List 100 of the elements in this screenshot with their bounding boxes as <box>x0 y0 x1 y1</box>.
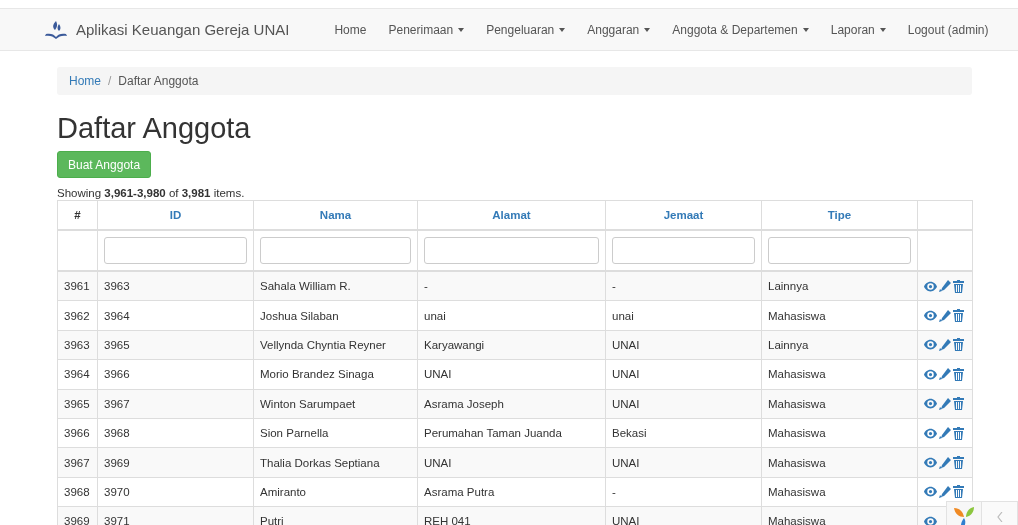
table-cell: Sion Parnella <box>260 427 329 440</box>
filter-field[interactable] <box>768 237 911 264</box>
sort-link[interactable]: ID <box>169 209 182 221</box>
nav-dropdown[interactable]: Penerimaan <box>377 9 476 50</box>
table-cell: Mahasiswa <box>768 309 826 322</box>
table-cell: 3968 <box>64 485 90 498</box>
table-cell: - <box>424 280 428 293</box>
table-cell: 3964 <box>104 309 130 322</box>
table-cell: Mahasiswa <box>768 456 826 469</box>
view-icon[interactable] <box>924 457 937 469</box>
table-cell: 3965 <box>64 397 90 410</box>
view-icon[interactable] <box>924 486 937 498</box>
table-cell: UNAI <box>612 397 640 410</box>
sort-link[interactable]: Nama <box>319 209 352 221</box>
table-cell: Lainnya <box>768 280 809 293</box>
table-cell: UNAI <box>424 368 452 381</box>
breadcrumb-link[interactable]: Home <box>69 74 101 88</box>
filter-field[interactable] <box>104 237 247 264</box>
pencil-icon[interactable] <box>939 485 951 498</box>
trash-icon[interactable] <box>953 397 964 411</box>
table-cell: unai <box>424 309 446 322</box>
table-cell: 3968 <box>104 427 130 440</box>
nav-dropdown[interactable]: Anggaran <box>576 9 662 50</box>
nav-link[interactable]: Logout (admin) <box>896 9 1000 50</box>
table-cell: 3969 <box>64 515 90 525</box>
table-cell: UNAI <box>612 338 640 351</box>
view-icon[interactable] <box>924 339 937 351</box>
trash-icon[interactable] <box>953 426 964 440</box>
trash-icon[interactable] <box>953 367 964 381</box>
table-cell: 3965 <box>104 338 130 351</box>
brand-name: Aplikasi Keuangan Gereja UNAI <box>76 21 290 38</box>
table-cell: 3966 <box>104 368 130 381</box>
table-cell: Mahasiswa <box>768 427 826 440</box>
table-cell: - <box>612 280 616 293</box>
pencil-icon[interactable] <box>939 368 951 381</box>
brand-link[interactable]: Aplikasi Keuangan Gereja UNAI <box>44 19 290 40</box>
table-cell: Putri <box>260 515 284 525</box>
trash-icon[interactable] <box>953 485 964 499</box>
trash-icon[interactable] <box>953 309 964 323</box>
table-cell: UNAI <box>612 368 640 381</box>
table-cell: Vellynda Chyntia Reyner <box>260 338 386 351</box>
table-cell: 3963 <box>64 338 90 351</box>
table-cell: Sahala William R. <box>260 280 351 293</box>
table-cell: Mahasiswa <box>768 368 826 381</box>
table-cell: 3967 <box>64 456 90 469</box>
table-cell: Amiranto <box>260 485 307 498</box>
table-cell: UNAI <box>424 456 452 469</box>
table-cell: Joshua Silaban <box>260 309 339 322</box>
nav-dropdown[interactable]: Laporan <box>819 9 897 50</box>
filter-field[interactable] <box>424 237 599 264</box>
table-cell: Mahasiswa <box>768 515 826 525</box>
table-cell: 3970 <box>104 485 130 498</box>
trash-icon[interactable] <box>953 338 964 352</box>
table-cell: Mahasiswa <box>768 485 826 498</box>
table-cell: Bekasi <box>612 427 647 440</box>
table-cell: REH 041 <box>424 515 471 525</box>
church-logo-icon <box>44 19 68 40</box>
table-cell: Asrama Joseph <box>424 397 504 410</box>
view-icon[interactable] <box>924 515 937 525</box>
pencil-icon[interactable] <box>939 309 951 322</box>
page-title: Daftar Anggota <box>57 111 252 145</box>
table-cell: 3966 <box>64 427 90 440</box>
view-icon[interactable] <box>924 368 937 380</box>
nav-link[interactable]: Home <box>323 9 378 50</box>
sort-link[interactable]: Tipe <box>827 209 852 221</box>
table-cell: Mahasiswa <box>768 397 826 410</box>
pencil-icon[interactable] <box>939 338 951 351</box>
pencil-icon[interactable] <box>939 397 951 410</box>
view-icon[interactable] <box>924 398 937 410</box>
table-cell: 3969 <box>104 456 130 469</box>
pencil-icon[interactable] <box>939 456 951 469</box>
nav-dropdown[interactable]: Anggota & Departemen <box>661 9 820 50</box>
table-cell: 3971 <box>104 515 130 525</box>
table-cell: Asrama Putra <box>424 485 495 498</box>
chevron-left-icon <box>996 512 1003 522</box>
trash-icon[interactable] <box>953 279 964 293</box>
breadcrumb-current: Daftar Anggota <box>118 74 199 88</box>
trash-icon[interactable] <box>953 456 964 470</box>
table-cell: 3962 <box>64 309 90 322</box>
view-icon[interactable] <box>924 310 937 322</box>
pencil-icon[interactable] <box>939 280 951 293</box>
table-cell: 3967 <box>104 397 130 410</box>
sort-link[interactable]: Alamat <box>492 209 531 221</box>
filter-field[interactable] <box>260 237 411 264</box>
view-icon[interactable] <box>924 427 937 439</box>
breadcrumb-separator: / <box>107 74 113 88</box>
view-icon[interactable] <box>924 280 937 292</box>
table-cell: Thalia Dorkas Septiana <box>260 456 380 469</box>
filter-field[interactable] <box>612 237 755 264</box>
table-cell: 3963 <box>104 280 130 293</box>
table-cell: 3961 <box>64 280 90 293</box>
pencil-icon[interactable] <box>939 427 951 440</box>
table-cell: Perumahan Taman Juanda <box>424 427 562 440</box>
table-cell: Karyawangi <box>424 338 485 351</box>
nav-dropdown[interactable]: Pengeluaran <box>475 9 577 50</box>
table-cell: UNAI <box>612 456 640 469</box>
table-cell: unai <box>612 309 634 322</box>
table-cell: Winton Sarumpaet <box>260 397 356 410</box>
sort-link[interactable]: Jemaat <box>663 209 704 221</box>
column-header: # <box>74 209 81 221</box>
